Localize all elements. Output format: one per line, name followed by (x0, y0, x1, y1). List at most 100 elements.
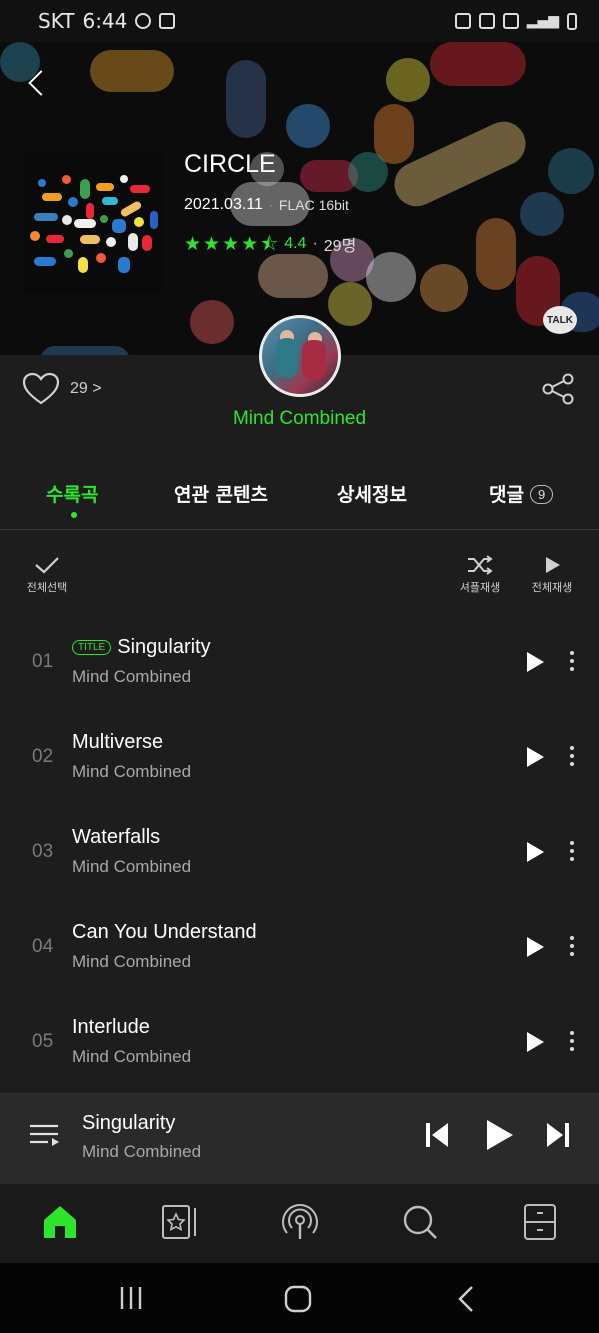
rating-score: 4.4 (284, 235, 307, 252)
home-icon[interactable] (40, 1202, 80, 1242)
album-meta: 2021.03.11 · FLAC 16bit (184, 196, 349, 214)
tab-comments-label: 댓글 (489, 484, 524, 506)
tab-comments[interactable]: 댓글 9 (489, 480, 554, 507)
play-all-label: 전체재생 (531, 581, 573, 594)
my-menu-icon[interactable] (520, 1202, 560, 1242)
gallery-icon (159, 13, 176, 29)
comment-count-badge: 9 (529, 485, 554, 504)
play-icon (546, 557, 560, 573)
track-number: 04 (32, 936, 54, 957)
playlist-icon[interactable] (28, 1121, 60, 1151)
title-track-badge: TITLE (72, 640, 112, 655)
track-row[interactable]: 05 Interlude Mind Combined (0, 1004, 599, 1099)
back-nav-icon[interactable] (456, 1285, 476, 1313)
select-all-label: 전체선택 (26, 581, 68, 594)
track-title: Multiverse (72, 731, 164, 753)
more-options-icon[interactable] (566, 648, 578, 676)
tab-bar: 수록곡 연관 콘텐츠 상세정보 댓글 9 (0, 470, 599, 530)
track-title: Waterfalls (72, 826, 161, 848)
previous-icon[interactable] (424, 1120, 450, 1150)
5g-icon (502, 13, 519, 29)
rating-separator: · (312, 235, 318, 252)
audio-format: FLAC 16bit (278, 197, 349, 213)
release-date: 2021.03.11 (184, 196, 263, 213)
next-icon[interactable] (545, 1120, 571, 1150)
track-artist: Mind Combined (72, 762, 192, 781)
check-icon (35, 557, 59, 574)
track-number: 05 (32, 1031, 54, 1052)
like-count: 29 > (70, 380, 102, 397)
mute-icon (454, 13, 471, 29)
bottom-nav (0, 1183, 599, 1263)
search-icon[interactable] (400, 1202, 440, 1242)
track-number: 03 (32, 841, 54, 862)
play-icon[interactable] (524, 745, 546, 769)
star-icon: ★ (241, 233, 259, 255)
play-icon[interactable] (524, 650, 546, 674)
more-options-icon[interactable] (566, 1028, 578, 1056)
system-nav-bar (0, 1263, 599, 1333)
tab-details[interactable]: 상세정보 (337, 480, 407, 507)
track-row[interactable]: 02 Multiverse Mind Combined (0, 719, 599, 814)
more-options-icon[interactable] (566, 933, 578, 961)
play-icon[interactable] (524, 1030, 546, 1054)
star-icon: ★ (203, 233, 221, 255)
track-number: 02 (32, 746, 54, 767)
back-button[interactable] (26, 68, 50, 98)
track-title: Can You Understand (72, 921, 257, 943)
podcast-icon[interactable] (280, 1202, 320, 1242)
status-bar: SKT 6:44 ▂▄▆ (0, 0, 599, 42)
track-row[interactable]: 03 Waterfalls Mind Combined (0, 814, 599, 909)
battery-icon (567, 12, 577, 30)
active-tab-indicator (71, 512, 77, 518)
tab-related[interactable]: 연관 콘텐츠 (174, 480, 268, 507)
track-row[interactable]: 04 Can You Understand Mind Combined (0, 909, 599, 1004)
recent-apps-icon[interactable] (118, 1285, 144, 1311)
play-icon[interactable] (524, 935, 546, 959)
like-button[interactable]: 29 > (22, 372, 102, 406)
track-title: TITLE Singularity (72, 636, 211, 659)
more-options-icon[interactable] (566, 838, 578, 866)
mini-player[interactable]: Singularity Mind Combined (0, 1093, 599, 1183)
select-all-button[interactable]: 전체선택 (20, 555, 74, 595)
track-artist: Mind Combined (72, 952, 192, 971)
library-icon[interactable] (160, 1202, 200, 1242)
track-title: Interlude (72, 1016, 150, 1038)
artist-name[interactable]: Mind Combined (0, 408, 599, 430)
tab-tracks[interactable]: 수록곡 (46, 480, 98, 507)
play-all-button[interactable]: 전체재생 (526, 555, 578, 595)
artist-avatar[interactable] (259, 315, 341, 397)
star-icon: ★ (222, 233, 240, 255)
heart-icon (22, 372, 60, 405)
track-title-text: Singularity (117, 636, 211, 658)
track-artist: Mind Combined (72, 667, 192, 686)
rating-count: 29명 (323, 238, 357, 255)
album-title: CIRCLE (184, 150, 276, 178)
alarm-icon (478, 13, 495, 29)
rating[interactable]: ★ ★ ★ ★ ⯪ 4.4 · 29명 (184, 232, 356, 256)
shuffle-play-label: 셔플재생 (459, 581, 501, 594)
clock: 6:44 (82, 9, 128, 33)
play-icon[interactable] (524, 840, 546, 864)
kakaotalk-button[interactable]: TALK (543, 306, 577, 334)
carrier: SKT (38, 9, 75, 33)
now-playing-title: Singularity (82, 1112, 176, 1134)
kakaotalk-label: TALK (547, 314, 573, 326)
shuffle-icon (468, 555, 493, 575)
share-icon[interactable] (541, 372, 575, 406)
half-star-icon: ⯪ (260, 233, 279, 255)
track-row[interactable]: 01 TITLE Singularity Mind Combined (0, 624, 599, 719)
track-artist: Mind Combined (72, 1047, 192, 1066)
star-icon: ★ (184, 233, 202, 255)
now-playing-artist: Mind Combined (82, 1142, 202, 1161)
more-options-icon[interactable] (566, 743, 578, 771)
shuffle-play-button[interactable]: 셔플재생 (454, 555, 506, 595)
home-button-icon[interactable] (284, 1285, 312, 1313)
track-artist: Mind Combined (72, 857, 192, 876)
sync-icon (135, 13, 152, 29)
track-number: 01 (32, 651, 54, 672)
album-cover (24, 153, 164, 293)
play-icon[interactable] (483, 1118, 515, 1152)
signal-icon: ▂▄▆ (526, 13, 559, 29)
meta-separator: · (268, 198, 273, 212)
